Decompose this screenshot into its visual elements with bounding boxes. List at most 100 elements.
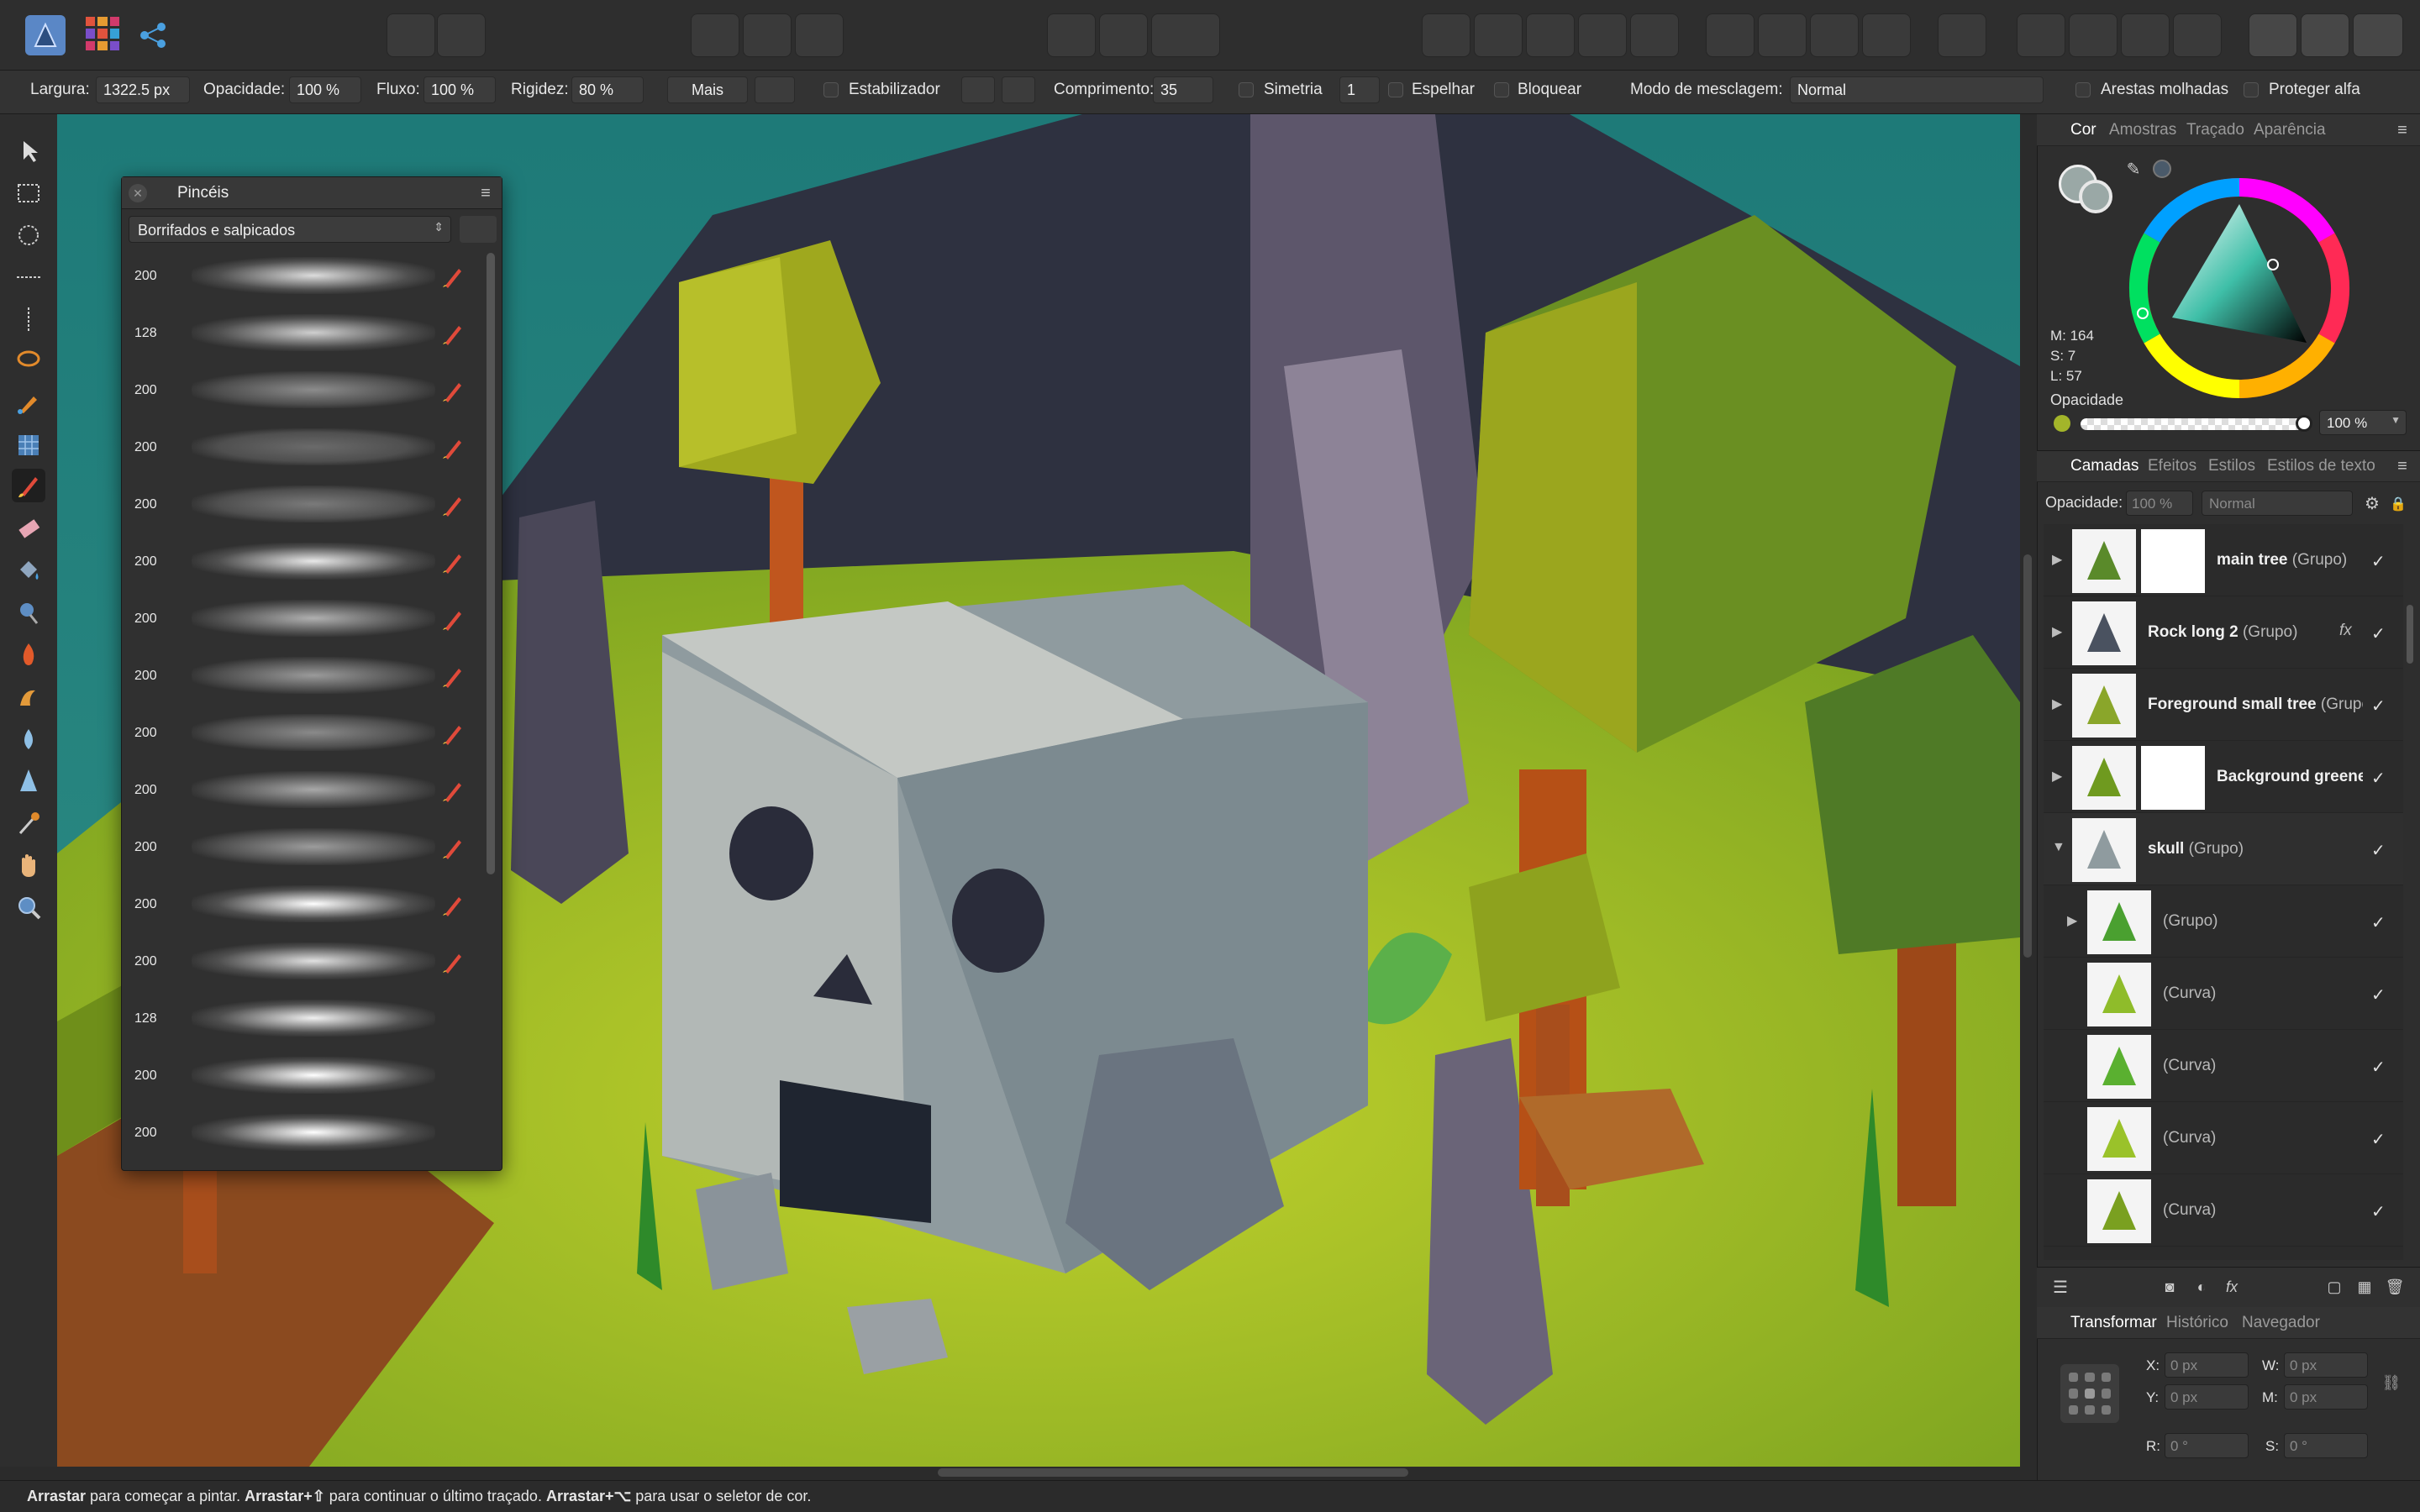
canvas-vscroll[interactable] bbox=[2023, 554, 2032, 958]
brush-item[interactable]: 200 bbox=[124, 934, 477, 991]
visibility-checkbox[interactable]: ✓ bbox=[2371, 696, 2386, 717]
transform-h-field[interactable]: 0 px bbox=[2284, 1384, 2368, 1410]
visibility-checkbox[interactable]: ✓ bbox=[2371, 840, 2386, 861]
layer-row[interactable]: ▶ main tree (Grupo) ✓ bbox=[2044, 524, 2403, 596]
layer-row[interactable]: ▶ (Grupo) ✓ bbox=[2044, 885, 2403, 958]
transform-x-field[interactable]: 0 px bbox=[2165, 1352, 2249, 1378]
lasso-tool[interactable] bbox=[12, 344, 45, 378]
order-button-3[interactable] bbox=[1810, 13, 1859, 57]
tab-amostras[interactable]: Amostras bbox=[2109, 121, 2176, 139]
brushes-panel-title[interactable]: Pincéis bbox=[177, 184, 229, 202]
layer-row[interactable]: ▶ Background greenery ✓ bbox=[2044, 741, 2403, 813]
zoom-tool[interactable] bbox=[12, 890, 45, 924]
layers-scrollbar[interactable] bbox=[2407, 605, 2413, 664]
color-picker-tool[interactable] bbox=[12, 806, 45, 840]
tab-navegador[interactable]: Navegador bbox=[2242, 1314, 2320, 1332]
eraser-tool[interactable] bbox=[12, 512, 45, 546]
brush-item[interactable]: 200 bbox=[124, 420, 477, 477]
export-persona-icon[interactable] bbox=[134, 17, 171, 54]
lock-checkbox[interactable] bbox=[1494, 82, 1509, 97]
boolean-intersect-button[interactable] bbox=[2353, 13, 2403, 57]
expand-right-icon[interactable]: ▶ bbox=[2052, 551, 2062, 568]
tab-historico[interactable]: Histórico bbox=[2166, 1314, 2228, 1332]
transform-y-field[interactable]: 0 px bbox=[2165, 1384, 2249, 1410]
visibility-checkbox[interactable]: ✓ bbox=[2371, 912, 2386, 933]
brush-item[interactable]: 200 bbox=[124, 1105, 477, 1163]
color-wheel[interactable] bbox=[2126, 175, 2353, 402]
close-icon[interactable]: ✕ bbox=[129, 184, 147, 202]
panel-menu-icon[interactable]: ≡ bbox=[475, 182, 497, 204]
stabilizer-checkbox[interactable] bbox=[823, 82, 839, 97]
stroke-swatch[interactable] bbox=[2079, 180, 2112, 213]
anchor-selector[interactable] bbox=[2060, 1364, 2119, 1423]
more-button[interactable]: Mais bbox=[667, 76, 748, 103]
brush-item[interactable]: 200 bbox=[124, 820, 477, 877]
boolean-subtract-button[interactable] bbox=[2301, 13, 2349, 57]
row-marquee-tool[interactable] bbox=[12, 260, 45, 294]
rotate-left-button[interactable] bbox=[2121, 13, 2170, 57]
opacity-slider[interactable] bbox=[2081, 418, 2304, 430]
fill-tool[interactable] bbox=[12, 554, 45, 588]
layer-row[interactable]: (Curva) ✓ bbox=[2044, 1102, 2403, 1174]
tab-estilos[interactable]: Estilos bbox=[2208, 457, 2255, 475]
layer-row[interactable]: ▶ Foreground small tree (Grupo) ✓ bbox=[2044, 669, 2403, 741]
opacity-field[interactable]: 100 % bbox=[289, 76, 361, 103]
symmetry-count-field[interactable]: 1 bbox=[1339, 76, 1380, 103]
transform-r-field[interactable]: 0 ° bbox=[2165, 1433, 2249, 1458]
brush-item[interactable]: 128 bbox=[124, 306, 477, 363]
rotate-right-button[interactable] bbox=[2173, 13, 2222, 57]
trash-icon[interactable]: 🗑 bbox=[2381, 1273, 2408, 1300]
arrange-button-1[interactable] bbox=[1422, 13, 1470, 57]
new-layer-icon[interactable]: ▢ bbox=[2321, 1273, 2348, 1300]
arrange-button-4[interactable] bbox=[1578, 13, 1627, 57]
transform-w-field[interactable]: 0 px bbox=[2284, 1352, 2368, 1378]
color-opacity-field[interactable]: 100 % ▼ bbox=[2319, 410, 2407, 435]
brush-item[interactable]: 200 bbox=[124, 706, 477, 763]
snapping-button[interactable] bbox=[1099, 13, 1148, 57]
pixel-persona-icon[interactable] bbox=[86, 17, 119, 50]
arrange-button-5[interactable] bbox=[1630, 13, 1679, 57]
mirror-checkbox[interactable] bbox=[1388, 82, 1403, 97]
transform-s-field[interactable]: 0 ° bbox=[2284, 1433, 2368, 1458]
selection-brush-tool[interactable] bbox=[12, 386, 45, 420]
layer-row[interactable]: (Curva) ✓ bbox=[2044, 958, 2403, 1030]
boolean-add-button[interactable] bbox=[2249, 13, 2297, 57]
brush-item[interactable]: 200 bbox=[124, 249, 477, 306]
brush-category-select[interactable]: Borrifados e salpicados ⇕ bbox=[129, 216, 451, 243]
hand-tool[interactable] bbox=[12, 848, 45, 882]
brush-target-button[interactable] bbox=[755, 76, 795, 103]
brush-item[interactable]: 200 bbox=[124, 763, 477, 820]
fx-icon[interactable]: fx bbox=[2218, 1273, 2245, 1300]
layer-row[interactable]: (Curva) ✓ bbox=[2044, 1174, 2403, 1247]
magnet-button[interactable] bbox=[1151, 13, 1220, 57]
app-logo-icon[interactable] bbox=[25, 15, 66, 55]
brush-item[interactable]: 200 bbox=[124, 534, 477, 591]
expand-right-icon[interactable]: ▶ bbox=[2052, 768, 2062, 785]
tab-aparencia[interactable]: Aparência bbox=[2254, 121, 2326, 139]
ellipse-marquee-tool[interactable] bbox=[12, 218, 45, 252]
column-marquee-tool[interactable] bbox=[12, 302, 45, 336]
symmetry-checkbox[interactable] bbox=[1239, 82, 1254, 97]
align-button[interactable] bbox=[1938, 13, 1986, 57]
visibility-checkbox[interactable]: ✓ bbox=[2371, 984, 2386, 1005]
expand-right-icon[interactable]: ▶ bbox=[2052, 696, 2062, 712]
adjustment-icon[interactable]: ◐ bbox=[2188, 1273, 2215, 1300]
visibility-checkbox[interactable]: ✓ bbox=[2371, 623, 2386, 644]
arrange-button-2[interactable] bbox=[1474, 13, 1523, 57]
visibility-checkbox[interactable]: ✓ bbox=[2371, 1057, 2386, 1078]
brush-options-button[interactable] bbox=[437, 13, 486, 57]
flip-v-button[interactable] bbox=[2069, 13, 2118, 57]
order-button-1[interactable] bbox=[1706, 13, 1754, 57]
brush-item[interactable]: 200 bbox=[124, 1048, 477, 1105]
wet-edges-checkbox[interactable] bbox=[2075, 82, 2091, 97]
rect-marquee-tool[interactable] bbox=[12, 176, 45, 210]
layer-row[interactable]: ▼ skull (Grupo) ✓ bbox=[2044, 813, 2403, 885]
pixel-layer-icon[interactable]: ▦ bbox=[2351, 1273, 2378, 1300]
expand-right-icon[interactable]: ▶ bbox=[2052, 623, 2062, 640]
sharpen-tool[interactable] bbox=[12, 764, 45, 798]
brush-panel-button[interactable] bbox=[387, 13, 435, 57]
tab-cor[interactable]: Cor bbox=[2070, 121, 2096, 139]
burn-tool[interactable] bbox=[12, 638, 45, 672]
tab-tracado[interactable]: Traçado bbox=[2186, 121, 2244, 139]
layer-opacity-field[interactable]: 100 % bbox=[2126, 491, 2193, 516]
